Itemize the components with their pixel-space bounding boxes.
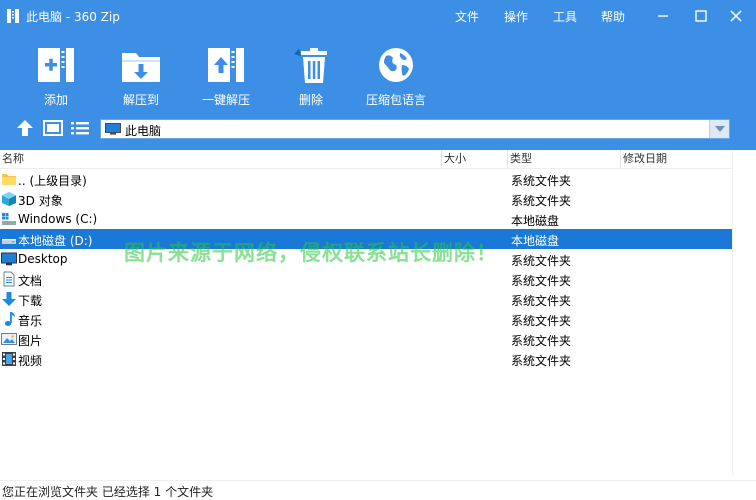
list-item-selected[interactable]: 本地磁盘 (D:) 本地磁盘 xyxy=(0,229,732,249)
list-item[interactable]: 文档 系统文件夹 xyxy=(0,269,732,289)
minimize-button[interactable] xyxy=(648,4,678,28)
menu-file[interactable]: 文件 xyxy=(455,8,479,25)
pictures-icon xyxy=(1,333,17,345)
list-item[interactable]: Desktop 系统文件夹 xyxy=(0,249,732,269)
minimize-icon xyxy=(658,15,668,17)
status-text: 您正在浏览文件夹 已经选择 1 个文件夹 xyxy=(2,485,214,499)
item-name: 音乐 xyxy=(18,314,43,328)
menu-help[interactable]: 帮助 xyxy=(601,8,625,25)
list-item[interactable]: .. (上级目录) 系统文件夹 xyxy=(0,169,732,189)
3d-objects-icon xyxy=(2,192,16,206)
maximize-button[interactable] xyxy=(686,4,716,28)
one-click-extract-button[interactable]: 一键解压 xyxy=(202,44,250,108)
documents-icon xyxy=(3,271,15,287)
item-type: 系统文件夹 xyxy=(511,194,572,208)
column-header-size[interactable]: 大小 xyxy=(442,150,508,168)
list-item[interactable]: 音乐 系统文件夹 xyxy=(0,309,732,329)
item-name: .. (上级目录) xyxy=(18,174,87,188)
up-level-button[interactable] xyxy=(15,119,35,137)
item-name: 文档 xyxy=(18,274,43,288)
item-name: 本地磁盘 (D:) xyxy=(18,234,93,248)
trash-icon xyxy=(294,47,327,83)
item-name: 视频 xyxy=(18,354,43,368)
thumbnail-view-icon xyxy=(43,120,63,136)
delete-label: 删除 xyxy=(298,93,323,107)
list-item[interactable]: 3D 对象 系统文件夹 xyxy=(0,189,732,209)
item-type: 系统文件夹 xyxy=(511,254,572,268)
extract-to-label: 解压到 xyxy=(122,93,159,107)
item-name: 3D 对象 xyxy=(18,194,63,208)
item-name: 下载 xyxy=(18,294,43,308)
music-icon xyxy=(4,312,15,326)
one-click-extract-icon xyxy=(208,47,244,82)
add-label: 添加 xyxy=(43,93,68,107)
add-button[interactable]: 添加 xyxy=(34,44,78,108)
list-view-icon xyxy=(71,122,89,135)
item-type: 系统文件夹 xyxy=(511,274,572,288)
list-item[interactable]: Windows (C:) 本地磁盘 xyxy=(0,209,732,229)
window-title: 此电脑 - 360 Zip xyxy=(26,10,120,24)
menu-operation[interactable]: 操作 xyxy=(504,8,528,25)
view-thumbnail-button[interactable] xyxy=(43,119,63,137)
globe-icon xyxy=(379,47,413,82)
list-scroll-area xyxy=(732,150,756,476)
chevron-down-icon xyxy=(714,126,725,132)
maximize-icon xyxy=(695,10,707,22)
list-item[interactable]: 视频 系统文件夹 xyxy=(0,349,732,369)
item-type: 本地磁盘 xyxy=(511,234,560,248)
column-header-name[interactable]: 名称 xyxy=(0,150,442,168)
close-icon xyxy=(730,10,742,22)
address-path: 此电脑 xyxy=(125,124,162,138)
one-click-extract-label: 一键解压 xyxy=(202,93,251,107)
item-type: 系统文件夹 xyxy=(511,174,572,188)
folder-up-icon xyxy=(2,174,16,185)
item-type: 本地磁盘 xyxy=(511,214,560,228)
item-name: Desktop xyxy=(18,252,68,266)
local-drive-icon xyxy=(2,239,16,244)
item-type: 系统文件夹 xyxy=(511,334,572,348)
extract-folder-icon xyxy=(122,52,160,82)
status-bar: 您正在浏览文件夹 已经选择 1 个文件夹 xyxy=(0,480,756,500)
archive-language-label: 压缩包语言 xyxy=(366,93,427,107)
arrow-up-icon xyxy=(17,120,33,136)
title-bar: 此电脑 - 360 Zip 文件 操作 工具 帮助 xyxy=(0,0,756,32)
address-bar[interactable]: 此电脑 xyxy=(100,119,730,139)
close-button[interactable] xyxy=(721,4,751,28)
computer-icon xyxy=(105,123,121,135)
item-name: Windows (C:) xyxy=(18,212,98,226)
delete-button[interactable]: 删除 xyxy=(289,44,333,108)
menu-tools[interactable]: 工具 xyxy=(553,8,577,25)
header: 此电脑 - 360 Zip 文件 操作 工具 帮助 添加 解压到 一键解压 删除… xyxy=(0,0,756,150)
system-drive-icon xyxy=(2,213,16,225)
desktop-icon xyxy=(1,252,17,266)
downloads-icon xyxy=(2,292,16,306)
column-header-modified[interactable]: 修改日期 xyxy=(621,150,732,168)
item-type: 系统文件夹 xyxy=(511,294,572,308)
list-item[interactable]: 下载 系统文件夹 xyxy=(0,289,732,309)
item-type: 系统文件夹 xyxy=(511,314,572,328)
list-item[interactable]: 图片 系统文件夹 xyxy=(0,329,732,349)
videos-icon xyxy=(2,352,16,366)
item-type: 系统文件夹 xyxy=(511,354,572,368)
add-archive-icon xyxy=(38,47,74,82)
item-name: 图片 xyxy=(18,334,43,348)
view-list-button[interactable] xyxy=(70,119,90,137)
column-header-type[interactable]: 类型 xyxy=(508,150,621,168)
extract-to-button[interactable]: 解压到 xyxy=(119,44,163,108)
app-logo-icon xyxy=(7,9,19,23)
archive-language-button[interactable]: 压缩包语言 xyxy=(366,44,426,108)
address-dropdown-button[interactable] xyxy=(709,120,729,138)
